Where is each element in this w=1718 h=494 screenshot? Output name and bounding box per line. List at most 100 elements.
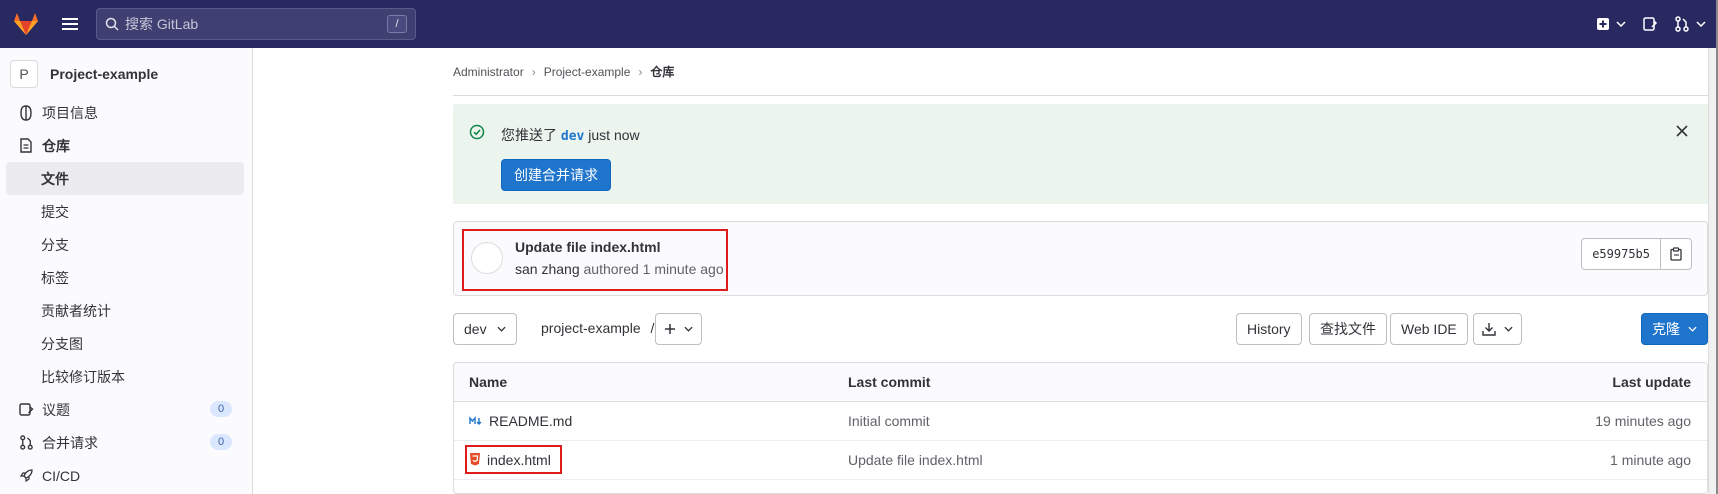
row-commit-message[interactable]: Initial commit — [848, 413, 930, 429]
sidebar-item-label: 分支 — [41, 236, 69, 253]
top-bar: 搜索 GitLab / — [0, 0, 1718, 48]
highlight-box — [465, 445, 562, 474]
breadcrumb-item[interactable]: Project-example — [544, 65, 631, 79]
file-name[interactable]: README.md — [489, 413, 572, 429]
breadcrumb-item[interactable]: Administrator — [453, 65, 524, 79]
row-last-update: 1 minute ago — [1610, 452, 1691, 468]
issues-icon — [1643, 17, 1658, 31]
sidebar-item-label: 提交 — [41, 203, 69, 220]
markdown-icon — [469, 413, 483, 429]
highlight-box — [462, 229, 728, 291]
header-last-commit: Last commit — [848, 374, 931, 390]
commit-sha-group: e59975b5 — [1581, 238, 1692, 270]
chevron-right-icon: › — [531, 64, 536, 79]
sidebar-item-project-info[interactable]: 项目信息 — [0, 96, 252, 129]
project-name: Project-example — [50, 66, 159, 82]
sidebar-item-label: 标签 — [41, 269, 69, 286]
clone-button[interactable]: 克隆 — [1641, 313, 1708, 345]
alert-message: 您推送了 dev just now — [501, 125, 640, 145]
path-separator: / — [650, 320, 655, 336]
sidebar-item-cicd[interactable]: CI/CD — [0, 459, 252, 492]
issues-button[interactable] — [1634, 0, 1666, 48]
sidebar-item-label: 合并请求 — [42, 434, 98, 451]
document-icon — [18, 138, 34, 154]
push-alert: 您推送了 dev just now 创建合并请求 — [453, 104, 1708, 204]
repo-path: project-example / — [541, 320, 654, 336]
chevron-down-icon — [1504, 326, 1513, 332]
sidebar-item-graph[interactable]: 分支图 — [0, 327, 252, 360]
add-to-tree-button[interactable] — [655, 313, 702, 345]
alert-branch[interactable]: dev — [561, 129, 584, 144]
chevron-down-icon — [1616, 21, 1626, 27]
breadcrumb: Administrator › Project-example › 仓库 — [453, 48, 1708, 96]
plus-icon — [665, 324, 675, 334]
sidebar-item-branches[interactable]: 分支 — [0, 228, 252, 261]
file-tree-table: Name Last commit Last update README.md I… — [453, 362, 1708, 494]
repo-path-root[interactable]: project-example — [541, 320, 641, 336]
alert-suffix: just now — [588, 127, 640, 143]
breadcrumb-current[interactable]: 仓库 — [650, 63, 674, 80]
sidebar-item-tags[interactable]: 标签 — [0, 261, 252, 294]
chevron-down-icon — [497, 326, 506, 332]
merge-request-icon — [1675, 16, 1689, 32]
row-commit-message[interactable]: Update file index.html — [848, 452, 983, 468]
close-icon[interactable] — [1676, 124, 1688, 140]
gitlab-logo-icon[interactable] — [2, 0, 50, 48]
header-name: Name — [469, 374, 508, 390]
branch-name: dev — [464, 321, 487, 337]
sidebar-item-label: 文件 — [41, 170, 69, 187]
sidebar-item-label: 仓库 — [42, 137, 70, 154]
sidebar-item-label: 分支图 — [41, 335, 83, 352]
table-row[interactable]: index.html Update file index.html 1 minu… — [454, 441, 1707, 480]
check-circle-icon — [469, 124, 485, 143]
info-icon — [18, 104, 34, 121]
sidebar-item-label: 项目信息 — [42, 104, 98, 121]
copy-icon[interactable] — [1661, 239, 1691, 269]
sidebar-item-contributors[interactable]: 贡献者统计 — [0, 294, 252, 327]
history-button[interactable]: History — [1236, 313, 1302, 345]
clone-label: 克隆 — [1652, 321, 1680, 337]
create-merge-request-button[interactable]: 创建合并请求 — [501, 159, 611, 191]
sidebar-item-label: CI/CD — [42, 467, 81, 484]
commit-sha[interactable]: e59975b5 — [1582, 239, 1661, 269]
branch-selector[interactable]: dev — [453, 313, 517, 345]
rocket-icon — [18, 468, 34, 484]
sidebar-item-files[interactable]: 文件 — [6, 162, 244, 195]
table-row[interactable]: README.md Initial commit 19 minutes ago — [454, 402, 1707, 441]
chevron-down-icon — [1696, 21, 1706, 27]
repo-toolbar: dev project-example / History 查找文件 Web I… — [453, 313, 1708, 345]
sidebar-item-label: 比较修订版本 — [41, 368, 125, 385]
chevron-right-icon: › — [638, 64, 643, 79]
merge-requests-button[interactable] — [1666, 0, 1718, 48]
count-badge: 0 — [210, 401, 232, 417]
chevron-down-icon — [1688, 326, 1697, 332]
menu-icon[interactable] — [50, 0, 90, 48]
search-placeholder: 搜索 GitLab — [125, 16, 199, 32]
row-last-update: 19 minutes ago — [1595, 413, 1691, 429]
sidebar-project-header[interactable]: P Project-example — [0, 52, 252, 96]
download-button[interactable] — [1473, 313, 1522, 345]
web-ide-button[interactable]: Web IDE — [1390, 313, 1468, 345]
sidebar-item-issues[interactable]: 议题 0 — [0, 393, 252, 426]
search-icon — [105, 17, 119, 31]
project-avatar: P — [10, 60, 38, 88]
search-shortcut-key: / — [387, 15, 407, 33]
chevron-down-icon — [684, 326, 693, 332]
sidebar-item-commits[interactable]: 提交 — [0, 195, 252, 228]
sidebar-item-compare[interactable]: 比较修订版本 — [0, 360, 252, 393]
issues-icon — [18, 402, 34, 418]
download-icon — [1482, 323, 1496, 336]
find-file-button[interactable]: 查找文件 — [1309, 313, 1387, 345]
sidebar-item-label: 议题 — [42, 401, 70, 418]
alert-prefix: 您推送了 — [501, 127, 557, 143]
main-content: Administrator › Project-example › 仓库 您推送… — [453, 48, 1708, 494]
new-dropdown-button[interactable] — [1588, 0, 1634, 48]
sidebar-item-merge-requests[interactable]: 合并请求 0 — [0, 426, 252, 459]
sidebar-item-label: 贡献者统计 — [41, 302, 111, 319]
table-header: Name Last commit Last update — [454, 363, 1707, 402]
sidebar-item-repository[interactable]: 仓库 — [0, 129, 252, 162]
search-input[interactable]: 搜索 GitLab / — [96, 8, 416, 40]
merge-request-icon — [18, 435, 34, 451]
count-badge: 0 — [210, 434, 232, 450]
plus-square-icon — [1597, 18, 1609, 30]
